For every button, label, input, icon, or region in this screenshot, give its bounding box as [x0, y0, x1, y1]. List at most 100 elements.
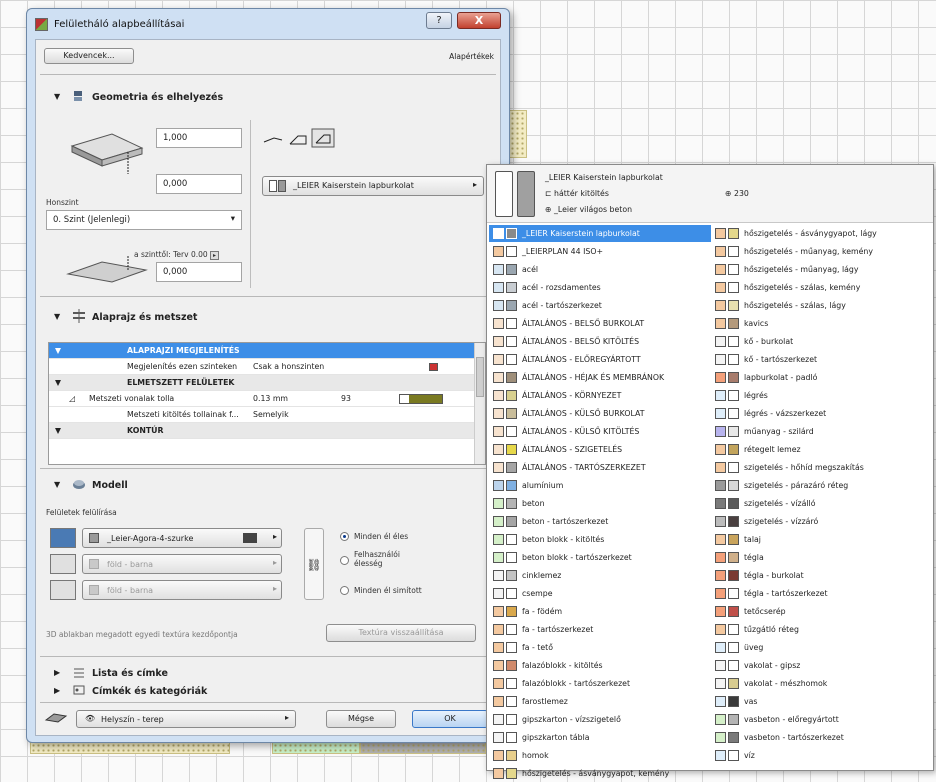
help-button[interactable]: ? — [426, 12, 452, 29]
material-item[interactable]: műanyag - szilárd — [711, 423, 933, 440]
material-item[interactable]: ÁLTALÁNOS - ELŐREGYÁRTOTT — [489, 351, 711, 368]
radio-all-smooth[interactable] — [340, 586, 349, 595]
material-item[interactable]: vasbeton - tartószerkezet — [711, 729, 933, 746]
title-bar[interactable]: Felületháló alapbeállításai ? X — [27, 9, 509, 39]
material-item[interactable]: szigetelés - párazáró réteg — [711, 477, 933, 494]
material-item[interactable]: ÁLTALÁNOS - HÉJAK ÉS MEMBRÁNOK — [489, 369, 711, 386]
expand-triangle-icon[interactable]: ▶ — [54, 668, 60, 677]
expand-triangle-icon[interactable]: ▼ — [54, 92, 60, 101]
material-item[interactable]: tégla - tartószerkezet — [711, 585, 933, 602]
material-item[interactable]: tűzgátló réteg — [711, 621, 933, 638]
material-item[interactable]: hőszigetelés - szálas, lágy — [711, 297, 933, 314]
site-layer-select[interactable]: 👁 Helyszín - terep ▸ — [76, 710, 296, 728]
material-item[interactable]: beton — [489, 495, 711, 512]
radio-custom[interactable] — [340, 556, 349, 565]
material-item[interactable]: szigetelés - vízzáró — [711, 513, 933, 530]
chain-link-icon[interactable]: ⛓ — [304, 528, 324, 600]
material-item[interactable]: ÁLTALÁNOS - SZIGETELÉS — [489, 441, 711, 458]
table-row[interactable]: Megjelenítés ezen szinteken Csak a honsz… — [49, 359, 475, 375]
material-item[interactable]: vasbeton - előregyártott — [711, 711, 933, 728]
material-item[interactable]: cinklemez — [489, 567, 711, 584]
cancel-button[interactable]: Mégse — [326, 710, 396, 728]
material-item[interactable]: fa - tető — [489, 639, 711, 656]
material-item[interactable]: _LEIER Kaiserstein lapburkolat — [489, 225, 711, 242]
material-item[interactable]: farostlemez — [489, 693, 711, 710]
surface-override-3[interactable]: föld - barna ▸ — [82, 580, 282, 600]
collapse-icon[interactable]: ▼ — [55, 343, 61, 359]
edge-type-icons[interactable] — [262, 128, 342, 148]
material-item[interactable]: vas — [711, 693, 933, 710]
table-row[interactable]: ▼ ALAPRAJZI MEGJELENÍTÉS — [49, 343, 475, 359]
floor-arrow-icon[interactable]: ▸ — [210, 251, 220, 260]
material-item[interactable]: falazóblokk - kitöltés — [489, 657, 711, 674]
override-bottom-icon[interactable] — [50, 580, 76, 600]
material-item[interactable]: ÁLTALÁNOS - KÖRNYEZET — [489, 387, 711, 404]
expand-triangle-icon[interactable]: ▼ — [54, 480, 60, 489]
material-item[interactable]: acél - rozsdamentes — [489, 279, 711, 296]
table-row[interactable]: ▼ ELMETSZETT FELÜLETEK — [49, 375, 475, 391]
material-item[interactable]: kavics — [711, 315, 933, 332]
floor-offset-input[interactable]: 0,000 — [156, 262, 242, 282]
expand-triangle-icon[interactable]: ▶ — [54, 686, 60, 695]
surface-override-1[interactable]: _Leier-Agora-4-szurke ▸ — [82, 528, 282, 548]
material-item[interactable]: üveg — [711, 639, 933, 656]
material-item[interactable]: tégla - burkolat — [711, 567, 933, 584]
material-item[interactable]: vakolat - mészhomok — [711, 675, 933, 692]
material-item[interactable]: ÁLTALÁNOS - TARTÓSZERKEZET — [489, 459, 711, 476]
material-item[interactable]: gipszkarton tábla — [489, 729, 711, 746]
override-side-icon[interactable] — [50, 554, 76, 574]
material-item[interactable]: hőszigetelés - ásványgyapot, lágy — [711, 225, 933, 242]
material-item[interactable]: acél — [489, 261, 711, 278]
material-item[interactable]: hőszigetelés - műanyag, kemény — [711, 243, 933, 260]
material-item[interactable]: rétegelt lemez — [711, 441, 933, 458]
material-item[interactable]: szigetelés - hőhíd megszakítás — [711, 459, 933, 476]
table-row[interactable]: ◿ Metszeti vonalak tolla 0.13 mm 93 — [49, 391, 475, 407]
collapse-icon[interactable]: ▼ — [55, 375, 61, 391]
expand-triangle-icon[interactable]: ▼ — [54, 312, 60, 321]
surface-material-button[interactable]: _LEIER Kaiserstein lapburkolat ▸ — [262, 176, 484, 196]
pen-color-swatch[interactable] — [399, 394, 443, 404]
material-item[interactable]: fa - tartószerkezet — [489, 621, 711, 638]
height-input[interactable]: 1,000 — [156, 128, 242, 148]
material-item[interactable]: beton - tartószerkezet — [489, 513, 711, 530]
material-item[interactable]: kő - burkolat — [711, 333, 933, 350]
surface-override-2[interactable]: föld - barna ▸ — [82, 554, 282, 574]
material-item[interactable]: légrés - vázszerkezet — [711, 405, 933, 422]
material-item[interactable]: csempe — [489, 585, 711, 602]
offset-input[interactable]: 0,000 — [156, 174, 242, 194]
material-item[interactable]: talaj — [711, 531, 933, 548]
material-item[interactable]: falazóblokk - tartószerkezet — [489, 675, 711, 692]
scrollbar[interactable] — [474, 343, 485, 464]
favorites-button[interactable]: Kedvencek... — [44, 48, 134, 64]
table-row[interactable]: ▼ KONTÚR — [49, 423, 475, 439]
material-item[interactable]: vakolat - gipsz — [711, 657, 933, 674]
material-item[interactable]: ÁLTALÁNOS - BELSŐ BURKOLAT — [489, 315, 711, 332]
material-item[interactable]: alumínium — [489, 477, 711, 494]
material-item[interactable]: hőszigetelés - műanyag, lágy — [711, 261, 933, 278]
radio-all-sharp[interactable] — [340, 532, 349, 541]
material-item[interactable]: gipszkarton - vízszigetelő — [489, 711, 711, 728]
material-item[interactable]: kő - tartószerkezet — [711, 351, 933, 368]
material-item[interactable]: tégla — [711, 549, 933, 566]
material-item[interactable]: ÁLTALÁNOS - KÜLSŐ BURKOLAT — [489, 405, 711, 422]
table-row[interactable]: Metszeti kitöltés tollainak f... Semelyi… — [49, 407, 475, 423]
ok-button[interactable]: OK — [412, 710, 488, 728]
override-top-icon[interactable] — [50, 528, 76, 548]
scrollbar-thumb[interactable] — [476, 357, 484, 397]
texture-reset-button[interactable]: Textúra visszaállítása — [326, 624, 476, 642]
home-floor-select[interactable]: 0. Szint (Jelenlegi) ▾ — [46, 210, 242, 230]
material-item[interactable]: lapburkolat - padló — [711, 369, 933, 386]
material-item[interactable]: tetőcserép — [711, 603, 933, 620]
material-item[interactable]: homok — [489, 747, 711, 764]
collapse-icon[interactable]: ▼ — [55, 423, 61, 439]
material-item[interactable]: fa - födém — [489, 603, 711, 620]
material-item[interactable]: _LEIERPLAN 44 ISO+ — [489, 243, 711, 260]
material-item[interactable]: ÁLTALÁNOS - KÜLSŐ KITÖLTÉS — [489, 423, 711, 440]
material-item[interactable]: víz — [711, 747, 933, 764]
material-item[interactable]: beton blokk - kitöltés — [489, 531, 711, 548]
material-item[interactable]: hőszigetelés - szálas, kemény — [711, 279, 933, 296]
material-item[interactable]: ÁLTALÁNOS - BELSŐ KITÖLTÉS — [489, 333, 711, 350]
material-item[interactable]: szigetelés - vízálló — [711, 495, 933, 512]
material-item[interactable]: beton blokk - tartószerkezet — [489, 549, 711, 566]
material-item[interactable]: hőszigetelés - ásványgyapot, kemény — [489, 765, 711, 782]
